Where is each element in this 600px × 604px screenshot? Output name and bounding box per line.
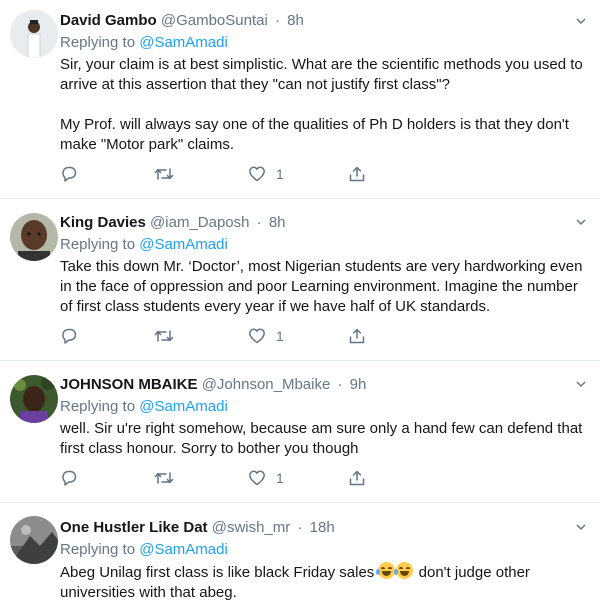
- tweet[interactable]: King Davies @iam_Daposh · 8h Replying to…: [0, 199, 600, 361]
- replying-to-label: Replying to: [60, 541, 136, 558]
- replying-to-label: Replying to: [60, 398, 136, 415]
- chevron-down-icon[interactable]: [576, 16, 586, 26]
- replying-to: Replying to @SamAmadi: [60, 33, 588, 53]
- share-button[interactable]: [348, 326, 366, 346]
- replying-to: Replying to @SamAmadi: [60, 397, 588, 417]
- like-button[interactable]: 1: [248, 326, 284, 346]
- tweet[interactable]: JOHNSON MBAIKE @Johnson_Mbaike · 9h Repl…: [0, 361, 600, 503]
- avatar[interactable]: [10, 213, 58, 261]
- timestamp[interactable]: 8h: [287, 12, 304, 29]
- retweet-button[interactable]: [154, 468, 174, 488]
- user-handle[interactable]: @iam_Daposh: [150, 214, 249, 231]
- tweet-text: Abeg Unilag first class is like black Fr…: [60, 562, 588, 603]
- tweet-actions: 1: [60, 326, 420, 346]
- like-icon: [249, 166, 265, 182]
- reply-button[interactable]: [60, 326, 78, 346]
- tweet-paragraph: well. Sir u're right somehow, because am…: [60, 420, 583, 457]
- timeline: David Gambo @GamboSuntai · 8h Replying t…: [0, 0, 600, 604]
- share-icon: [349, 328, 365, 344]
- display-name[interactable]: One Hustler Like Dat: [60, 519, 208, 536]
- like-count: 1: [276, 166, 284, 182]
- tweet-paragraph: Sir, your claim is at best simplistic. W…: [60, 56, 583, 93]
- timestamp[interactable]: 8h: [269, 214, 286, 231]
- user-handle[interactable]: @GamboSuntai: [161, 12, 268, 29]
- timestamp[interactable]: 9h: [350, 376, 367, 393]
- avatar[interactable]: [10, 10, 58, 58]
- reply-icon: [62, 470, 77, 486]
- like-icon: [249, 470, 265, 486]
- separator: ·: [337, 376, 343, 393]
- user-handle[interactable]: @Johnson_Mbaike: [202, 376, 331, 393]
- timestamp[interactable]: 18h: [310, 519, 335, 536]
- reply-button[interactable]: [60, 164, 78, 184]
- avatar[interactable]: [10, 516, 58, 564]
- separator: ·: [297, 519, 303, 536]
- user-handle[interactable]: @swish_mr: [212, 519, 291, 536]
- face-with-tears-of-joy-emoji: [394, 562, 414, 579]
- replying-to-label: Replying to: [60, 34, 136, 51]
- chevron-down-icon[interactable]: [576, 217, 586, 227]
- display-name[interactable]: JOHNSON MBAIKE: [60, 376, 198, 393]
- tweet-paragraph: My Prof. will always say one of the qual…: [60, 116, 569, 153]
- replying-to: Replying to @SamAmadi: [60, 235, 588, 255]
- reply-icon: [62, 166, 77, 182]
- reply-button[interactable]: [60, 468, 78, 488]
- tweet-text: well. Sir u're right somehow, because am…: [60, 419, 588, 459]
- retweet-icon: [154, 168, 174, 180]
- avatar[interactable]: [10, 375, 58, 423]
- retweet-button[interactable]: [154, 164, 174, 184]
- tweet-actions: 1: [60, 468, 420, 488]
- tweet-header: King Davies @iam_Daposh · 8h: [60, 213, 588, 233]
- retweet-icon: [154, 330, 174, 342]
- tweet[interactable]: David Gambo @GamboSuntai · 8h Replying t…: [0, 0, 600, 199]
- share-icon: [349, 470, 365, 486]
- chevron-down-icon[interactable]: [576, 379, 586, 389]
- share-button[interactable]: [348, 468, 366, 488]
- tweet-text: Take this down Mr. ‘Doctor’, most Nigeri…: [60, 257, 588, 317]
- retweet-icon: [154, 472, 174, 484]
- like-icon: [249, 328, 265, 344]
- like-button[interactable]: 1: [248, 164, 284, 184]
- face-with-tears-of-joy-emoji: [376, 562, 396, 579]
- chevron-down-icon[interactable]: [576, 522, 586, 532]
- reply-icon: [62, 328, 77, 344]
- separator: ·: [256, 214, 262, 231]
- replying-to: Replying to @SamAmadi: [60, 540, 588, 560]
- display-name[interactable]: David Gambo: [60, 12, 157, 29]
- like-button[interactable]: 1: [248, 468, 284, 488]
- display-name[interactable]: King Davies: [60, 214, 146, 231]
- retweet-button[interactable]: [154, 326, 174, 346]
- tweet-header: David Gambo @GamboSuntai · 8h: [60, 11, 588, 31]
- tweet-header: One Hustler Like Dat @swish_mr · 18h: [60, 518, 588, 538]
- tweet-text-start: Abeg Unilag first class is like black Fr…: [60, 564, 375, 581]
- tweet-header: JOHNSON MBAIKE @Johnson_Mbaike · 9h: [60, 375, 588, 395]
- mention-link[interactable]: @SamAmadi: [139, 541, 228, 558]
- share-icon: [349, 166, 365, 182]
- mention-link[interactable]: @SamAmadi: [139, 34, 228, 51]
- share-button[interactable]: [348, 164, 366, 184]
- like-count: 1: [276, 328, 284, 344]
- tweet[interactable]: One Hustler Like Dat @swish_mr · 18h Rep…: [0, 503, 600, 604]
- mention-link[interactable]: @SamAmadi: [139, 398, 228, 415]
- tweet-text: Sir, your claim is at best simplistic. W…: [60, 55, 588, 155]
- separator: ·: [274, 12, 280, 29]
- mention-link[interactable]: @SamAmadi: [139, 236, 228, 253]
- tweet-actions: 1: [60, 164, 420, 184]
- like-count: 1: [276, 470, 284, 486]
- replying-to-label: Replying to: [60, 236, 136, 253]
- tweet-paragraph: Take this down Mr. ‘Doctor’, most Nigeri…: [60, 258, 583, 315]
